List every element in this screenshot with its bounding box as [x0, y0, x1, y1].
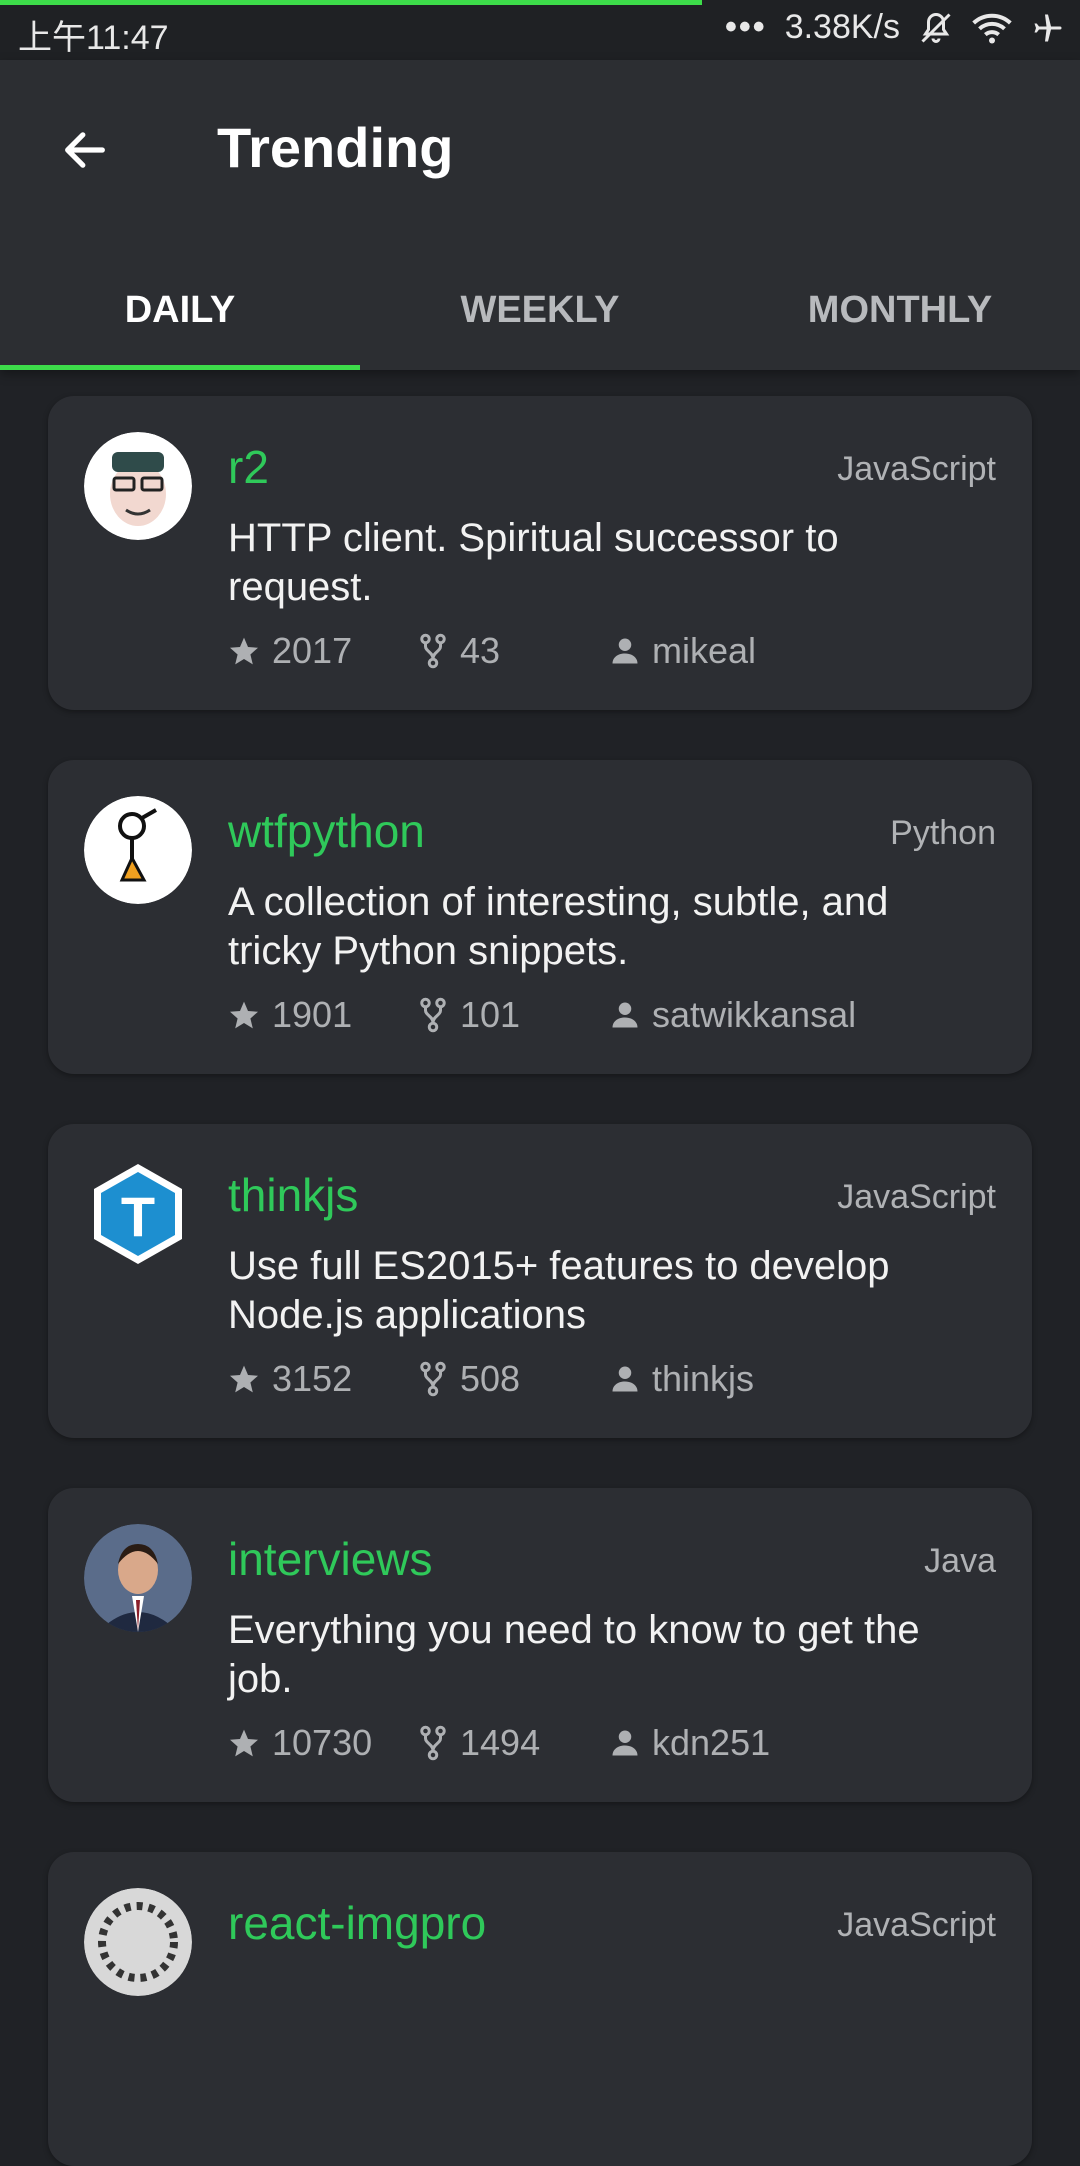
status-icons: ••• 3.38K/s: [725, 8, 1066, 47]
repo-description: Use full ES2015+ features to develop Nod…: [228, 1244, 890, 1337]
repo-name[interactable]: react-imgpro: [228, 1896, 486, 1950]
app-bar: Trending DAILY WEEKLY MONTHLY: [0, 60, 1080, 370]
fork-icon: [420, 1361, 446, 1397]
owner-name: satwikkansal: [652, 994, 857, 1035]
repo-name[interactable]: r2: [228, 440, 269, 494]
repo-card[interactable]: interviews Java Everything you need to k…: [48, 1488, 1032, 1802]
period-tabs: DAILY WEEKLY MONTHLY: [0, 250, 1080, 370]
stars: 3152: [228, 1358, 418, 1400]
star-count: 3152: [272, 1358, 353, 1399]
repo-card[interactable]: T thinkjs JavaScript Use full ES2015+ fe…: [48, 1124, 1032, 1438]
star-icon: [230, 637, 258, 665]
forks: 43: [418, 630, 610, 672]
repo-language: Python: [890, 814, 996, 852]
page-title: Trending: [217, 116, 454, 179]
repo-language: JavaScript: [837, 1906, 996, 1944]
repo-name[interactable]: interviews: [228, 1532, 433, 1586]
owner-name: mikeal: [652, 630, 757, 671]
owner: kdn251: [610, 1722, 770, 1764]
fork-count: 43: [460, 630, 501, 671]
svg-text:T: T: [121, 1185, 155, 1248]
stars: 10730: [228, 1722, 418, 1764]
repo-meta: 1901 101 satwikkansal: [228, 994, 856, 1036]
network-speed: 3.38K/s: [784, 8, 900, 46]
page-load-progress: [0, 0, 702, 5]
repo-meta: 2017 43 mikeal: [228, 630, 756, 672]
person-icon: [612, 638, 638, 664]
repo-meta: 3152 508 thinkjs: [228, 1358, 754, 1400]
repo-card[interactable]: wtfpython Python A collection of interes…: [48, 760, 1032, 1074]
owner-name: thinkjs: [652, 1358, 755, 1399]
owner-avatar: [84, 432, 192, 540]
fork-count: 508: [460, 1358, 521, 1399]
repo-name[interactable]: thinkjs: [228, 1168, 358, 1222]
person-icon: [612, 1730, 638, 1756]
person-icon: [612, 1002, 638, 1028]
fork-count: 1494: [460, 1722, 541, 1763]
tab-weekly[interactable]: WEEKLY: [360, 250, 720, 370]
owner-avatar: [84, 796, 192, 904]
forks: 508: [418, 1358, 610, 1400]
arrow-left-icon: [65, 132, 105, 168]
repo-language: JavaScript: [837, 1178, 996, 1216]
repo-card[interactable]: react-imgpro JavaScript: [48, 1852, 1032, 2166]
stars: 2017: [228, 630, 418, 672]
repo-name[interactable]: wtfpython: [228, 804, 425, 858]
owner-name: kdn251: [652, 1722, 771, 1763]
tab-daily[interactable]: DAILY: [0, 250, 360, 370]
person-icon: [612, 1366, 638, 1392]
forks: 1494: [418, 1722, 610, 1764]
star-count: 1901: [272, 994, 353, 1035]
back-button[interactable]: [50, 115, 120, 185]
tab-monthly[interactable]: MONTHLY: [720, 250, 1080, 370]
status-bar: 上午11:47 ••• 3.38K/s: [0, 0, 1080, 60]
owner: mikeal: [610, 630, 756, 672]
fork-icon: [420, 1725, 446, 1761]
star-icon: [230, 1001, 258, 1029]
star-icon: [230, 1365, 258, 1393]
signal-dots: •••: [724, 8, 767, 46]
owner: thinkjs: [610, 1358, 754, 1400]
star-icon: [230, 1729, 258, 1757]
fork-icon: [420, 997, 446, 1033]
star-count: 10730: [272, 1722, 373, 1763]
repo-language: JavaScript: [837, 450, 996, 488]
owner: satwikkansal: [610, 994, 856, 1036]
owner-avatar: [84, 1888, 192, 1996]
owner-avatar: [84, 1524, 192, 1632]
star-count: 2017: [272, 630, 353, 671]
airplane-icon: [1030, 10, 1066, 46]
owner-avatar: T: [84, 1160, 192, 1268]
repo-language: Java: [924, 1542, 996, 1580]
stars: 1901: [228, 994, 418, 1036]
status-time: 上午11:47: [18, 19, 169, 57]
wifi-icon: [972, 11, 1012, 45]
repo-description: HTTP client. Spiritual successor to requ…: [228, 516, 839, 609]
fork-count: 101: [460, 994, 521, 1035]
repo-meta: 10730 1494 kdn251: [228, 1722, 770, 1764]
forks: 101: [418, 994, 610, 1036]
repo-card[interactable]: r2 JavaScript HTTP client. Spiritual suc…: [48, 396, 1032, 710]
fork-icon: [420, 633, 446, 669]
repo-description: A collection of interesting, subtle, and…: [228, 880, 889, 973]
mute-bell-icon: [918, 10, 954, 46]
repo-description: Everything you need to know to get the j…: [228, 1608, 920, 1701]
